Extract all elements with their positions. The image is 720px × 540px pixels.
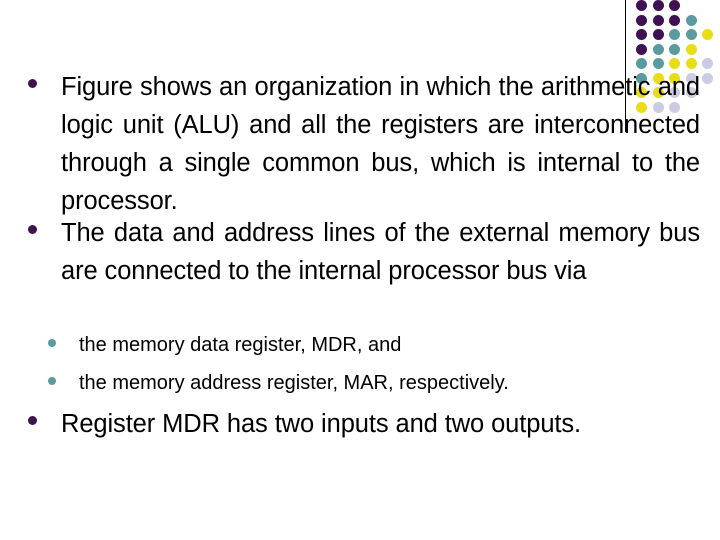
sub-bullet-marker-icon [48, 339, 56, 347]
sub-bullet-text: the memory address register, MAR, respec… [79, 372, 509, 394]
bullet-text: Register MDR has two inputs and two outp… [61, 410, 582, 438]
bullet-text: The data and address lines of the extern… [61, 219, 700, 285]
sub-bullet-item-1: the memory data register, MDR, and [48, 330, 698, 360]
bullet-text: Figure shows an organization in which th… [61, 73, 700, 215]
sub-bullet-marker-icon [48, 377, 56, 385]
sub-bullet-item-2: the memory address register, MAR, respec… [48, 368, 698, 398]
bullet-item-1: Figure shows an organization in which th… [28, 68, 700, 220]
bullet-item-3: Register MDR has two inputs and two outp… [28, 405, 700, 443]
bullet-item-2: The data and address lines of the extern… [28, 214, 700, 290]
bullet-marker-icon [28, 79, 37, 88]
bullet-marker-icon [28, 225, 37, 234]
bullet-marker-icon [28, 416, 37, 425]
slide-content: Figure shows an organization in which th… [0, 0, 720, 540]
sub-bullet-text: the memory data register, MDR, and [79, 334, 402, 356]
